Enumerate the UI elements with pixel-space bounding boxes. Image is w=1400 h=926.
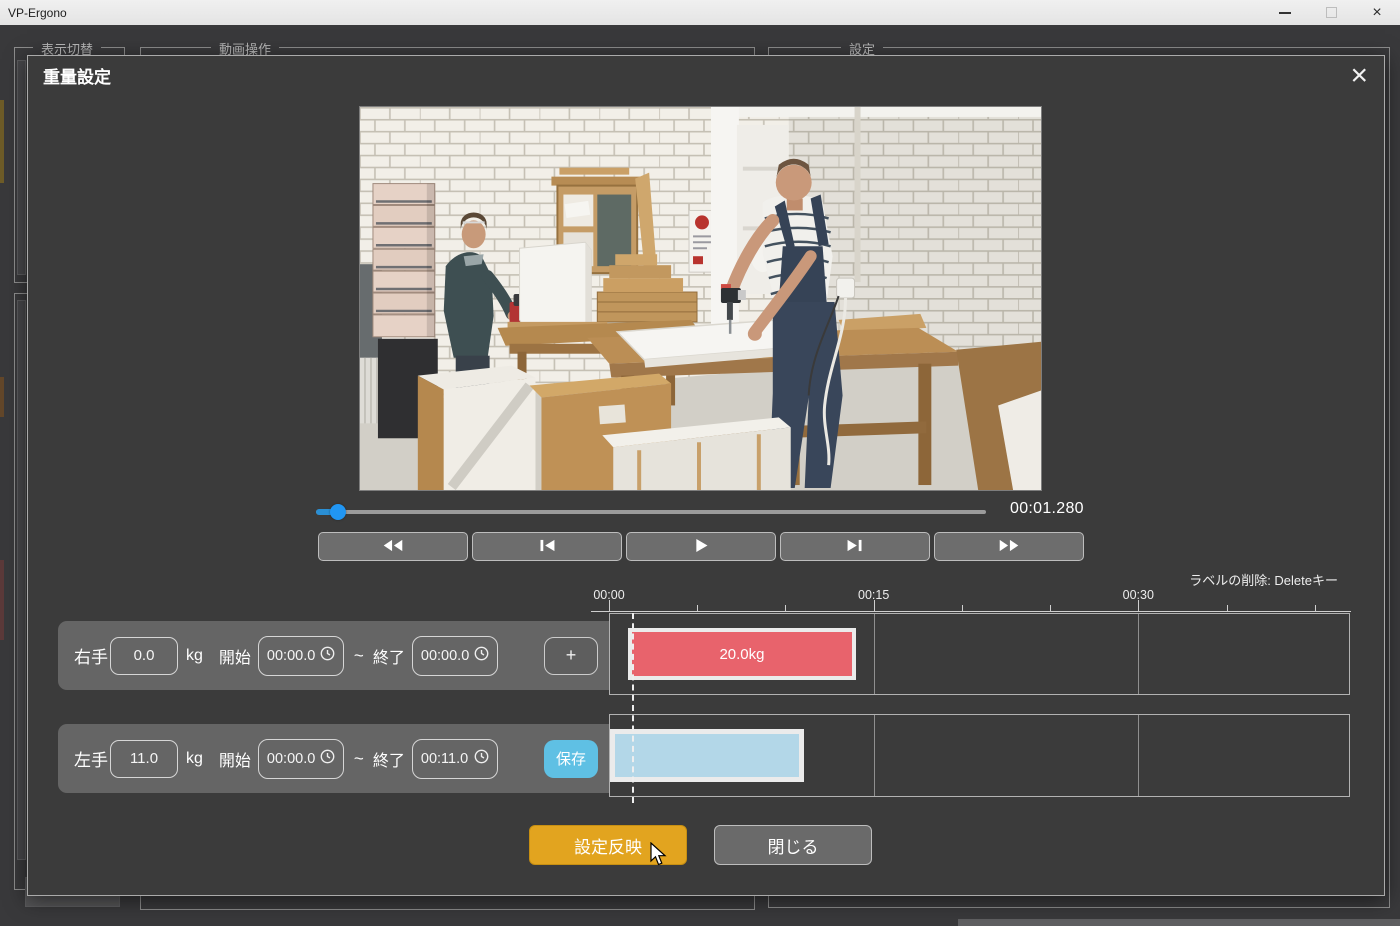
ruler-label: 00:00: [593, 588, 624, 602]
ruler-tick: [697, 605, 698, 611]
end-time-input[interactable]: 00:00.0: [412, 636, 498, 676]
left-slider-track: [17, 300, 26, 860]
play-icon: [693, 539, 709, 555]
timeline-track-left-hand[interactable]: [609, 714, 1350, 797]
ruler-baseline: [591, 611, 1351, 612]
edge-accent: [0, 560, 4, 640]
ruler-tick: [785, 605, 786, 611]
video-preview: [359, 106, 1042, 491]
maximize-button[interactable]: [1308, 0, 1354, 25]
end-label: 終了: [373, 644, 405, 668]
dialog-close-button[interactable]: ×: [1350, 56, 1368, 95]
start-time-input[interactable]: 00:00.0: [258, 636, 344, 676]
weight-value: 11.0: [130, 750, 158, 767]
step-back-button[interactable]: [472, 532, 622, 561]
grid-line: [874, 715, 875, 796]
unit-label: kg: [186, 750, 203, 768]
timeline-ruler: 00:0000:1500:30: [609, 588, 1350, 611]
maximize-icon: [1326, 7, 1337, 18]
clock-icon: [474, 749, 489, 768]
minimize-button[interactable]: [1262, 0, 1308, 25]
play-button[interactable]: [626, 532, 776, 561]
timeline-track-right-hand[interactable]: 20.0kg: [609, 613, 1350, 695]
weight-value: 0.0: [134, 647, 155, 664]
grid-line: [874, 614, 875, 694]
minimize-icon: [1279, 12, 1291, 14]
window-controls: ×: [1262, 0, 1400, 25]
end-label: 終了: [373, 747, 405, 771]
weight-settings-dialog: 重量設定 ×: [27, 55, 1385, 896]
ruler-tick: [1315, 605, 1316, 611]
right-hand-row: 右手 0.0 kg 開始 00:00.0 ~ 終了 00:00.0 +: [58, 621, 609, 690]
ruler-tick: [962, 605, 963, 611]
background-panel-edge: [958, 919, 1400, 926]
rewind-button[interactable]: [318, 532, 468, 561]
end-time-value: 00:11.0: [421, 751, 468, 767]
seek-slider[interactable]: [316, 503, 986, 521]
add-label-button[interactable]: +: [544, 637, 598, 675]
clock-icon: [320, 749, 335, 768]
save-button[interactable]: 保存: [544, 740, 598, 778]
end-time-input[interactable]: 00:11.0: [412, 739, 498, 779]
delete-hint: ラベルの削除: Deleteキー: [1189, 570, 1338, 589]
end-time-value: 00:00.0: [421, 648, 469, 664]
ruler-tick: [1050, 605, 1051, 611]
titlebar: VP-Ergono ×: [0, 0, 1400, 25]
start-time-value: 00:00.0: [267, 751, 315, 767]
step-back-icon: [537, 539, 557, 555]
grid-line: [1138, 614, 1139, 694]
window-close-button[interactable]: ×: [1354, 0, 1400, 25]
hand-label: 左手: [74, 746, 110, 771]
step-forward-button[interactable]: [780, 532, 930, 561]
dialog-title: 重量設定: [43, 63, 111, 88]
apply-settings-button[interactable]: 設定反映: [529, 825, 687, 865]
clock-icon: [320, 646, 335, 665]
edge-accent: [0, 377, 4, 417]
range-separator: ~: [354, 749, 364, 769]
ruler-tick: [1227, 605, 1228, 611]
close-icon: ×: [1372, 5, 1381, 21]
weight-input[interactable]: 0.0: [110, 637, 178, 675]
fast-forward-button[interactable]: [934, 532, 1084, 561]
left-slider-track: [17, 60, 26, 275]
app-window: VP-Ergono × 表示切替 動画操作 設定 重量設定 ×: [0, 0, 1400, 926]
left-hand-row: 左手 11.0 kg 開始 00:00.0 ~ 終了 00:11.0 保存: [58, 724, 609, 793]
ruler-label: 00:30: [1123, 588, 1154, 602]
step-forward-icon: [845, 539, 865, 555]
slider-handle[interactable]: [330, 504, 346, 520]
start-time-input[interactable]: 00:00.0: [258, 739, 344, 779]
rewind-icon: [380, 539, 406, 555]
timeline-bar[interactable]: 20.0kg: [628, 628, 857, 680]
close-dialog-button[interactable]: 閉じる: [714, 825, 872, 865]
start-time-value: 00:00.0: [267, 648, 315, 664]
grid-line: [1138, 715, 1139, 796]
ruler-label: 00:15: [858, 588, 889, 602]
hand-label: 右手: [74, 643, 110, 668]
timeline-bar[interactable]: [610, 729, 804, 782]
clock-icon: [474, 646, 489, 665]
weight-input[interactable]: 11.0: [110, 740, 178, 778]
current-timecode: 00:01.280: [1010, 500, 1084, 518]
unit-label: kg: [186, 647, 203, 665]
fast-forward-icon: [996, 539, 1022, 555]
range-separator: ~: [354, 646, 364, 666]
workshop-scene: [360, 107, 1041, 490]
seek-track[interactable]: [316, 510, 986, 514]
start-label: 開始: [219, 747, 251, 771]
edge-accent: [0, 100, 4, 183]
window-title: VP-Ergono: [8, 6, 1262, 20]
start-label: 開始: [219, 644, 251, 668]
